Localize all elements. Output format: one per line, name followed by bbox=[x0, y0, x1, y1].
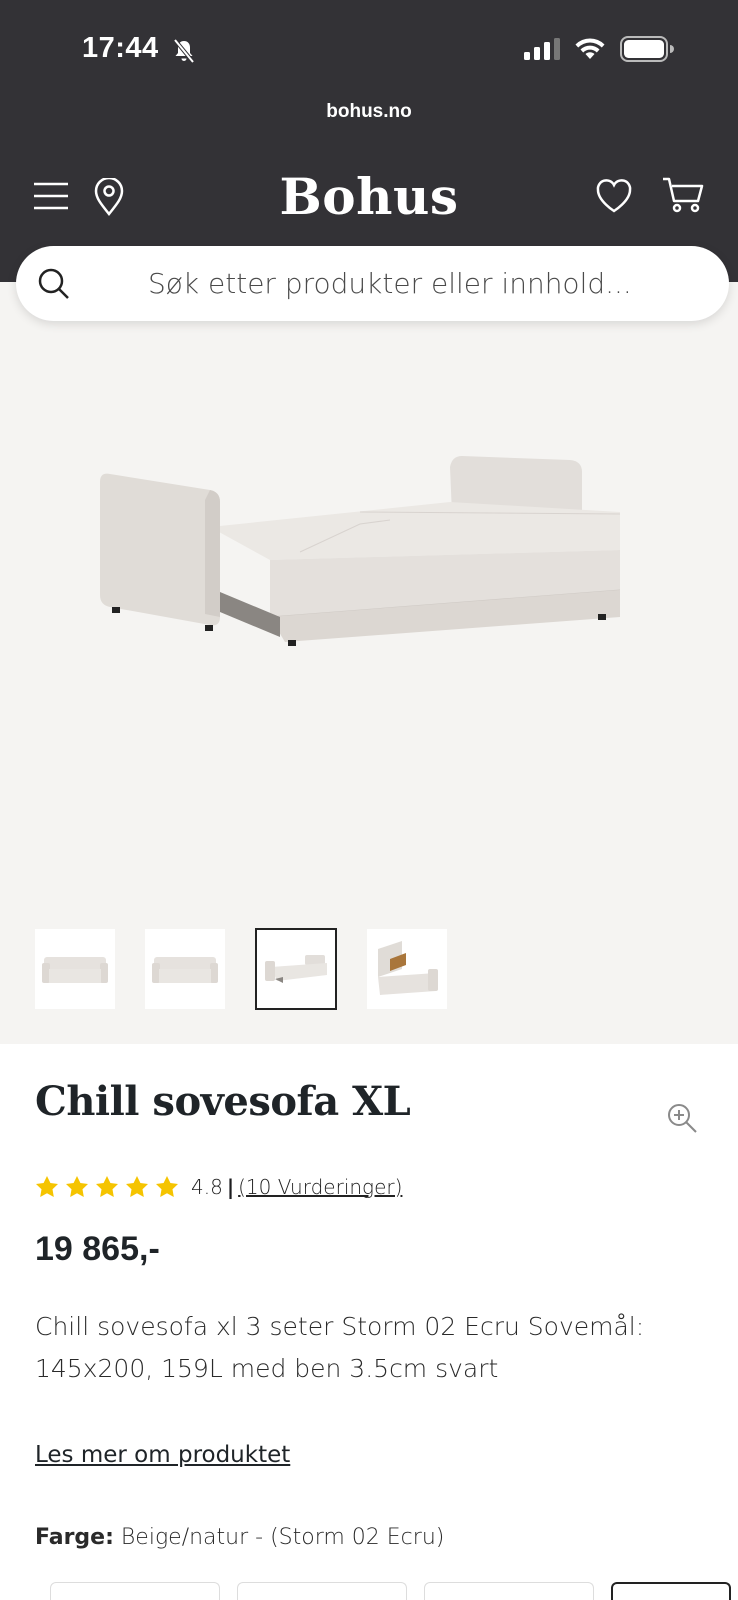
rating-score: 4.8 bbox=[191, 1175, 223, 1199]
color-swatch[interactable] bbox=[237, 1582, 407, 1600]
thumbnail-4[interactable] bbox=[367, 929, 447, 1009]
color-selection: Farge: Beige/natur - (Storm 02 Ecru) bbox=[35, 1525, 444, 1550]
color-swatch[interactable] bbox=[424, 1582, 594, 1600]
sofa-storage-thumbnail-image bbox=[378, 941, 438, 995]
star-icon bbox=[96, 1176, 118, 1197]
thumbnail-1[interactable] bbox=[35, 929, 115, 1009]
star-icon bbox=[156, 1176, 178, 1197]
product-title: Chill sovesofa XL bbox=[35, 1078, 411, 1125]
browser-header: 17:44 bohus.no Bohus bbox=[0, 0, 738, 282]
color-label: Farge: bbox=[35, 1525, 114, 1550]
sofa-thumbnail-image bbox=[152, 957, 218, 983]
color-swatch-selected[interactable] bbox=[611, 1582, 731, 1600]
url-bar[interactable]: bohus.no bbox=[0, 101, 738, 123]
rating-separator: | bbox=[226, 1175, 235, 1199]
star-icon bbox=[126, 1176, 148, 1197]
sofa-bed-thumbnail-image bbox=[265, 955, 327, 983]
thumbnail-strip bbox=[35, 928, 447, 1010]
cart-icon[interactable] bbox=[662, 176, 704, 214]
read-more-link[interactable]: Les mer om produktet bbox=[35, 1442, 290, 1468]
product-description: Chill sovesofa xl 3 seter Storm 02 Ecru … bbox=[35, 1312, 645, 1383]
color-swatch[interactable] bbox=[50, 1582, 220, 1600]
wifi-icon bbox=[575, 38, 605, 59]
mute-bell-icon bbox=[173, 38, 195, 64]
search-input[interactable] bbox=[16, 267, 729, 300]
product-price: 19 865,- bbox=[35, 1230, 160, 1268]
battery-icon bbox=[620, 36, 674, 62]
color-swatches bbox=[50, 1582, 731, 1600]
color-value: Beige/natur - (Storm 02 Ecru) bbox=[120, 1525, 445, 1550]
star-icon bbox=[36, 1176, 58, 1197]
reviews-link[interactable]: (10 Vurderinger) bbox=[238, 1175, 402, 1199]
rating-stars bbox=[35, 1175, 179, 1199]
star-icon bbox=[66, 1176, 88, 1197]
sofa-thumbnail-image bbox=[42, 957, 108, 983]
zoom-icon[interactable] bbox=[666, 1102, 698, 1134]
signal-icon bbox=[524, 38, 560, 60]
status-time: 17:44 bbox=[82, 32, 159, 64]
thumbnail-3[interactable] bbox=[255, 928, 337, 1010]
thumbnail-2[interactable] bbox=[145, 929, 225, 1009]
heart-icon[interactable] bbox=[595, 178, 633, 214]
sofa-bed-image bbox=[100, 456, 621, 646]
search-bar[interactable] bbox=[16, 246, 729, 321]
search-icon[interactable] bbox=[38, 268, 70, 300]
product-rating: 4.8 | (10 Vurderinger) bbox=[35, 1175, 402, 1199]
